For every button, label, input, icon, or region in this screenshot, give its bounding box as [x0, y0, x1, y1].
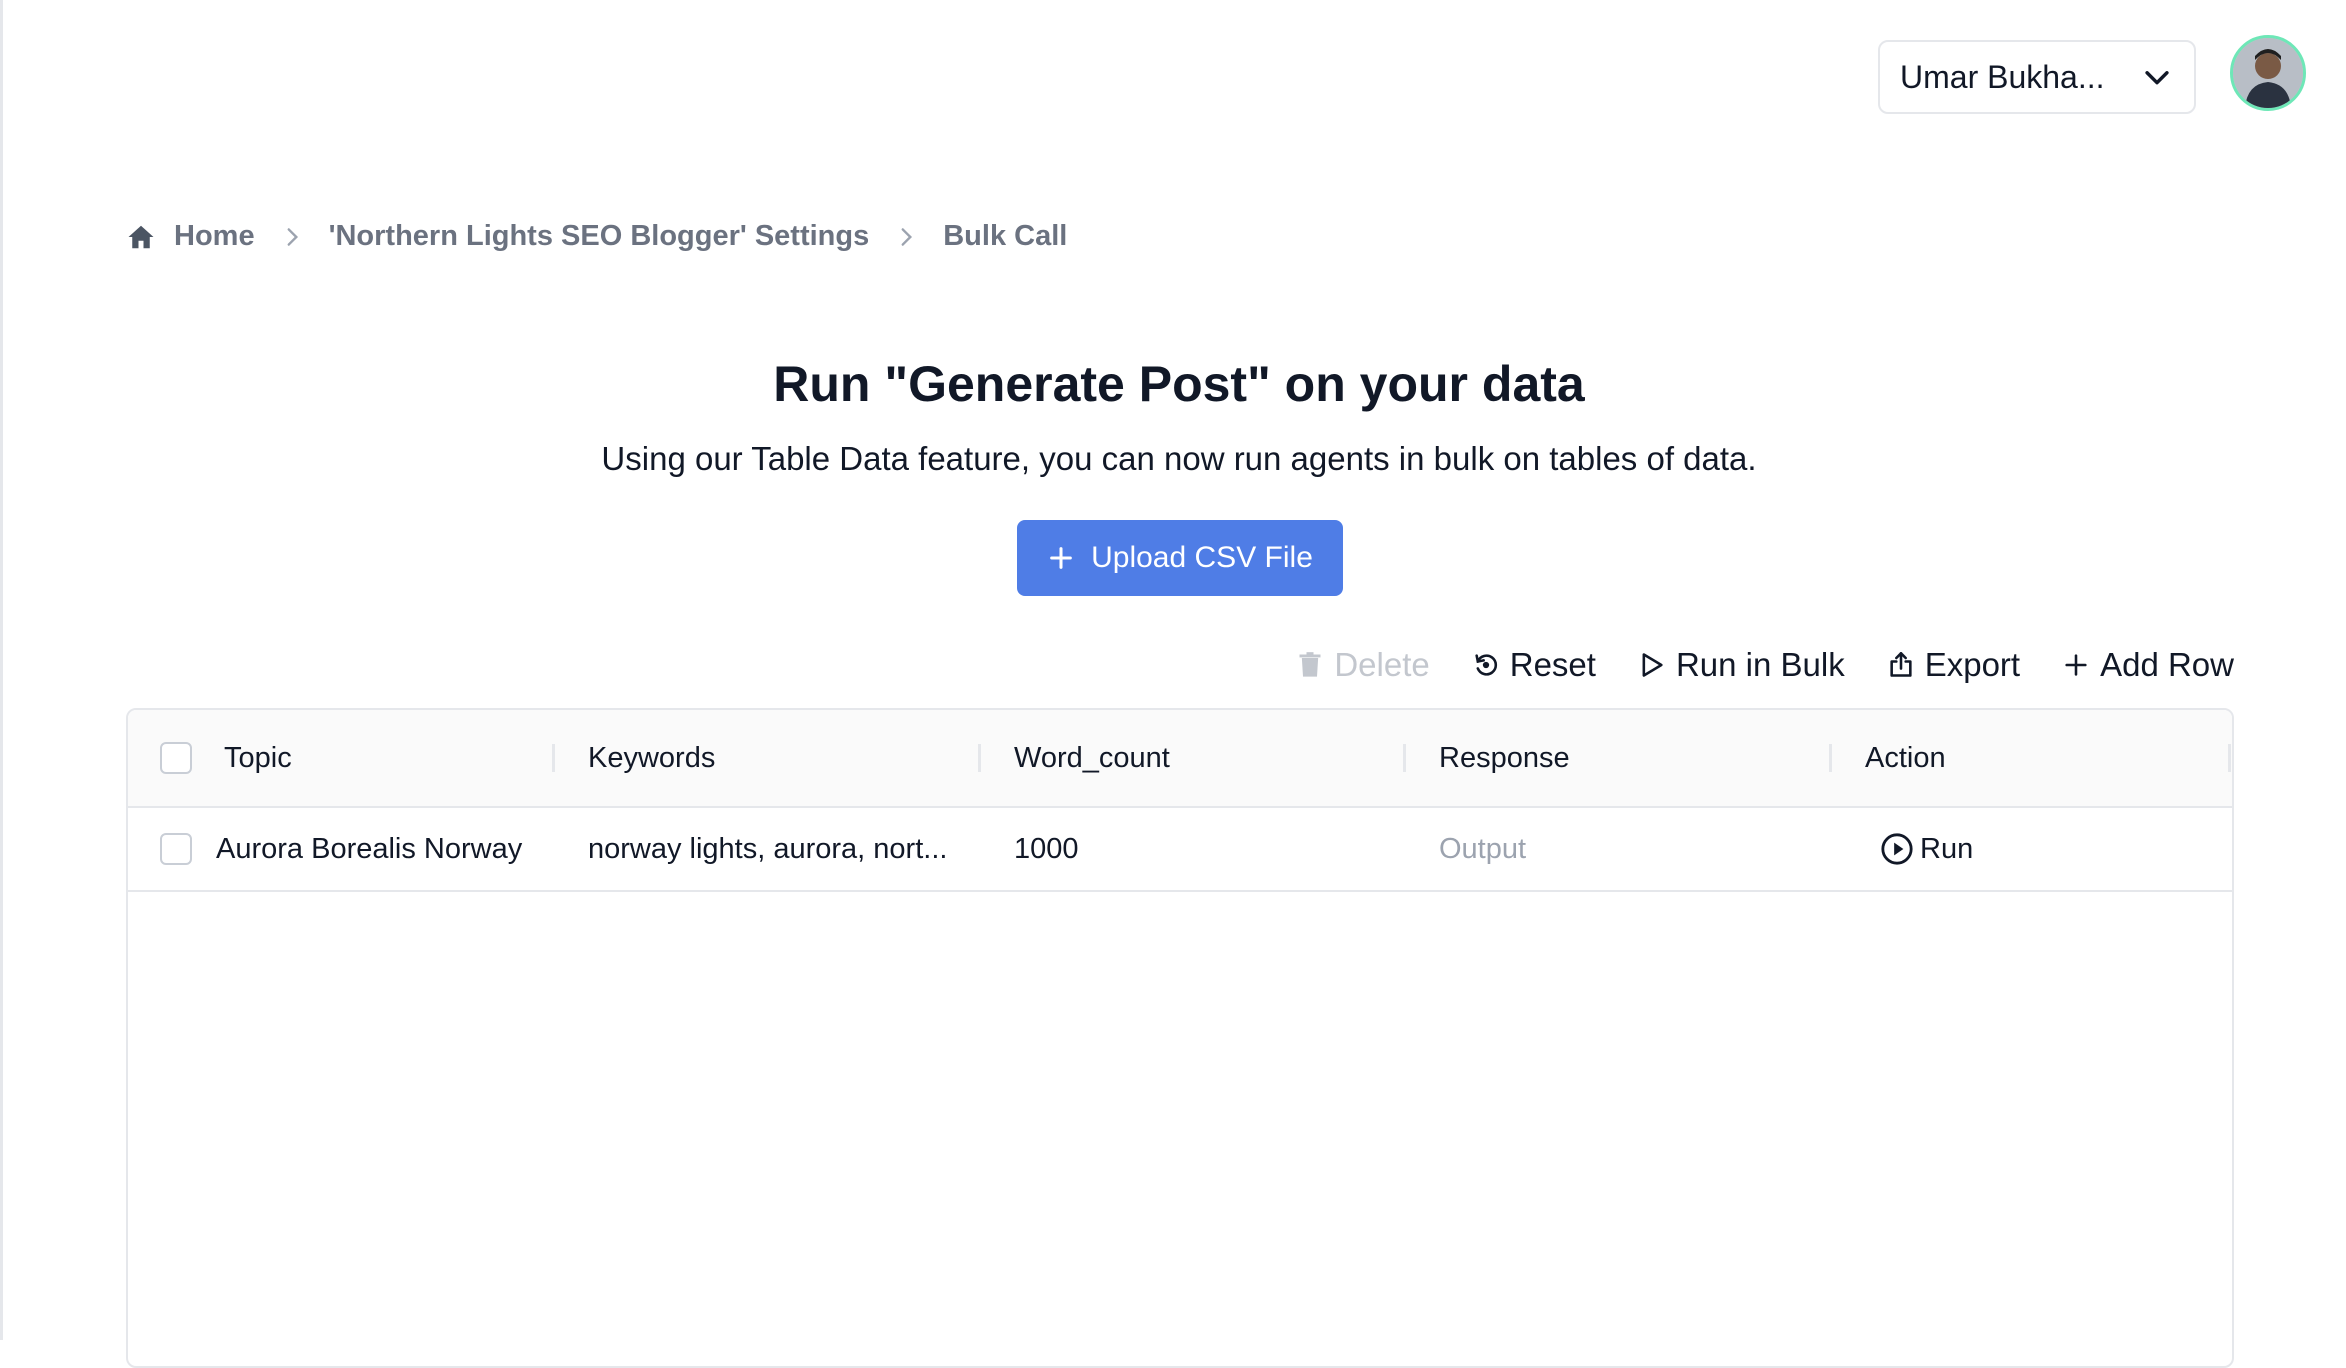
table-header: Topic Keywords Word_count Response Actio…	[128, 710, 2232, 808]
cell-response: Output	[1439, 832, 1527, 865]
plus-icon	[1050, 547, 1072, 569]
column-header-keywords[interactable]: Keywords	[588, 710, 715, 806]
run-in-bulk-button[interactable]: Run in Bulk	[1638, 646, 1845, 684]
page-subtitle: Using our Table Data feature, you can no…	[601, 440, 1757, 477]
breadcrumb-current: Bulk Call	[943, 220, 1068, 252]
home-icon[interactable]	[126, 222, 156, 252]
export-button[interactable]: Export	[1887, 646, 2020, 684]
chevron-right-icon	[901, 227, 913, 246]
reset-button[interactable]: Reset	[1472, 646, 1596, 684]
column-header-topic[interactable]: Topic	[224, 710, 292, 806]
plus-icon	[2065, 654, 2087, 676]
user-dropdown[interactable]: Umar Bukha...	[1878, 40, 2196, 114]
table-toolbar: Delete Reset Run in Bulk Export Add Row	[1296, 646, 2234, 684]
column-header-word-count[interactable]: Word_count	[1014, 710, 1170, 806]
delete-button[interactable]: Delete	[1296, 646, 1430, 684]
run-row-button[interactable]: Run	[1880, 832, 1973, 866]
select-all-checkbox[interactable]	[160, 742, 192, 774]
column-resizer[interactable]	[2228, 744, 2231, 772]
column-header-response[interactable]: Response	[1439, 710, 1570, 806]
table-row[interactable]: Aurora Borealis Norway norway lights, au…	[128, 808, 2232, 892]
upload-csv-button[interactable]: Upload CSV File	[1017, 520, 1343, 596]
avatar-image	[2233, 38, 2303, 108]
breadcrumb-settings[interactable]: 'Northern Lights SEO Blogger' Settings	[329, 220, 870, 253]
user-name: Umar Bukha...	[1900, 58, 2105, 95]
column-resizer[interactable]	[1403, 744, 1406, 772]
column-header-action[interactable]: Action	[1865, 710, 1946, 806]
play-circle-icon	[1881, 833, 1913, 865]
cell-topic[interactable]: Aurora Borealis Norway	[216, 808, 522, 890]
page-title: Run "Generate Post" on your data	[773, 356, 1585, 412]
row-checkbox[interactable]	[160, 833, 192, 865]
chevron-down-icon	[2145, 71, 2169, 85]
chevron-right-icon	[287, 227, 298, 246]
avatar[interactable]	[2230, 35, 2306, 111]
play-outline-icon	[1642, 653, 1663, 677]
breadcrumb-home[interactable]: Home	[174, 220, 255, 253]
cell-word-count[interactable]: 1000	[1014, 808, 1079, 890]
trash-icon	[1299, 652, 1321, 677]
breadcrumb: Home 'Northern Lights SEO Blogger' Setti…	[126, 220, 1067, 253]
window-edge	[0, 0, 3, 1340]
column-resizer[interactable]	[1829, 744, 1832, 772]
upload-csv-label: Upload CSV File	[1091, 541, 1313, 574]
reset-icon	[1475, 654, 1497, 676]
add-row-button[interactable]: Add Row	[2062, 646, 2234, 684]
column-resizer[interactable]	[978, 744, 981, 772]
export-icon	[1890, 652, 1912, 677]
column-resizer[interactable]	[552, 744, 555, 772]
cell-action: Run	[1880, 808, 1973, 890]
data-table: Topic Keywords Word_count Response Actio…	[126, 708, 2234, 1368]
cell-keywords[interactable]: norway lights, aurora, nort...	[588, 808, 947, 890]
